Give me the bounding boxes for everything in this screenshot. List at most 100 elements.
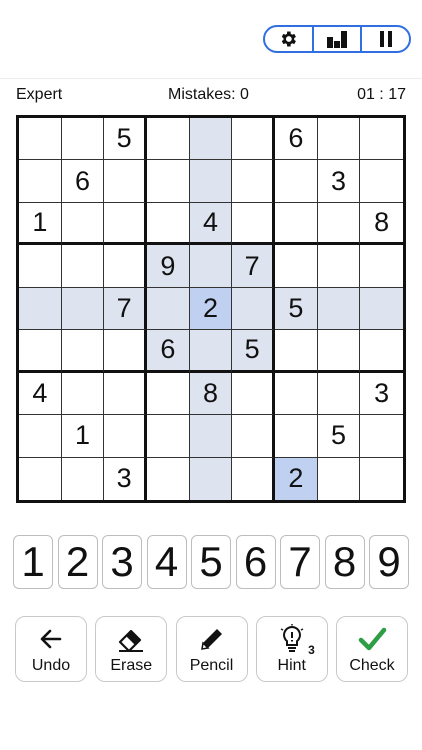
board-cell-r9-c8[interactable]: [317, 457, 361, 500]
number-button-6[interactable]: 6: [235, 535, 276, 589]
board-cell-r9-c4[interactable]: [147, 457, 190, 500]
board-cell-r3-c1[interactable]: 1: [19, 202, 62, 246]
board-cell-r9-c6[interactable]: [232, 457, 275, 500]
board-cell-r6-c5[interactable]: [189, 330, 233, 373]
board-cell-r8-c4[interactable]: [147, 415, 190, 458]
board-cell-r5-c8[interactable]: [317, 287, 361, 331]
board-cell-r5-c6[interactable]: [232, 287, 275, 331]
board-cell-r2-c7[interactable]: [275, 160, 318, 203]
board-cell-r7-c6[interactable]: [232, 372, 275, 416]
board-cell-r8-c6[interactable]: [232, 415, 275, 458]
erase-button[interactable]: Erase: [95, 616, 168, 682]
board-cell-r7-c9[interactable]: 3: [360, 372, 403, 416]
number-button-2[interactable]: 2: [57, 535, 98, 589]
board-cell-r3-c4[interactable]: [147, 202, 190, 246]
board-cell-r8-c5[interactable]: [189, 415, 233, 458]
settings-button[interactable]: [265, 27, 312, 51]
board-cell-r4-c1[interactable]: [19, 245, 62, 288]
board-cell-r4-c3[interactable]: [104, 245, 147, 288]
board-cell-r2-c5[interactable]: [189, 160, 233, 203]
board-cell-r8-c3[interactable]: [104, 415, 147, 458]
pencil-button[interactable]: Pencil: [175, 616, 248, 682]
board-cell-r1-c1[interactable]: [19, 118, 62, 161]
undo-button[interactable]: Undo: [15, 616, 87, 682]
board-cell-r4-c5[interactable]: [189, 245, 233, 288]
board-cell-r2-c3[interactable]: [104, 160, 147, 203]
board-cell-r5-c5[interactable]: 2: [189, 287, 233, 331]
board-cell-r6-c3[interactable]: [104, 330, 147, 373]
board-cell-r6-c9[interactable]: [360, 330, 403, 373]
board-cell-r8-c7[interactable]: [275, 415, 318, 458]
board-cell-r4-c7[interactable]: [275, 245, 318, 288]
board-cell-r2-c4[interactable]: [147, 160, 190, 203]
board-cell-r3-c2[interactable]: [61, 202, 105, 246]
board-cell-r6-c4[interactable]: 6: [147, 330, 190, 373]
board-cell-r1-c4[interactable]: [147, 118, 190, 161]
board-cell-r6-c2[interactable]: [61, 330, 105, 373]
board-cell-r5-c4[interactable]: [147, 287, 190, 331]
board-cell-r9-c7[interactable]: 2: [275, 457, 318, 500]
board-cell-r6-c8[interactable]: [317, 330, 361, 373]
arrow-left-icon: [40, 629, 62, 649]
check-button[interactable]: Check: [336, 616, 408, 682]
board-cell-r6-c7[interactable]: [275, 330, 318, 373]
hint-button[interactable]: 3 Hint: [255, 616, 328, 682]
board-cell-r7-c1[interactable]: 4: [19, 372, 62, 416]
number-button-4[interactable]: 4: [146, 535, 187, 589]
board-cell-r4-c8[interactable]: [317, 245, 361, 288]
board-cell-r2-c6[interactable]: [232, 160, 275, 203]
board-cell-r8-c9[interactable]: [360, 415, 403, 458]
number-button-9[interactable]: 9: [369, 535, 409, 589]
board-cell-r3-c7[interactable]: [275, 202, 318, 246]
number-button-5[interactable]: 5: [191, 535, 231, 589]
board-cell-r7-c2[interactable]: [61, 372, 105, 416]
number-button-7[interactable]: 7: [280, 535, 320, 589]
board-cell-r3-c3[interactable]: [104, 202, 147, 246]
board-cell-r2-c8[interactable]: 3: [317, 160, 361, 203]
board-cell-r9-c9[interactable]: [360, 457, 403, 500]
board-cell-r1-c3[interactable]: 5: [104, 118, 147, 161]
board-cell-r5-c7[interactable]: 5: [275, 287, 318, 331]
board-cell-r8-c8[interactable]: 5: [317, 415, 361, 458]
board-cell-r9-c1[interactable]: [19, 457, 62, 500]
board-cell-r6-c6[interactable]: 5: [232, 330, 275, 373]
board-cell-r7-c5[interactable]: 8: [189, 372, 233, 416]
board-cell-r5-c1[interactable]: [19, 287, 62, 331]
number-button-8[interactable]: 8: [324, 535, 365, 589]
board-cell-r8-c1[interactable]: [19, 415, 62, 458]
board-cell-r9-c2[interactable]: [61, 457, 105, 500]
board-cell-r1-c5[interactable]: [189, 118, 233, 161]
board-cell-r7-c8[interactable]: [317, 372, 361, 416]
board-cell-r1-c2[interactable]: [61, 118, 105, 161]
board-cell-r2-c1[interactable]: [19, 160, 62, 203]
board-cell-r1-c7[interactable]: 6: [275, 118, 318, 161]
board-cell-r5-c2[interactable]: [61, 287, 105, 331]
board-cell-r3-c5[interactable]: 4: [189, 202, 233, 246]
board-cell-r4-c9[interactable]: [360, 245, 403, 288]
board-cell-r6-c1[interactable]: [19, 330, 62, 373]
board-cell-r7-c4[interactable]: [147, 372, 190, 416]
board-cell-r8-c2[interactable]: 1: [61, 415, 105, 458]
board-cell-r2-c9[interactable]: [360, 160, 403, 203]
board-cell-r1-c6[interactable]: [232, 118, 275, 161]
number-button-1[interactable]: 1: [13, 535, 53, 589]
board-cell-r4-c6[interactable]: 7: [232, 245, 275, 288]
board-cell-r1-c8[interactable]: [317, 118, 361, 161]
board-cell-r7-c7[interactable]: [275, 372, 318, 416]
board-cell-r5-c9[interactable]: [360, 287, 403, 331]
statistics-button[interactable]: [311, 27, 361, 51]
board-cell-r7-c3[interactable]: [104, 372, 147, 416]
board-cell-r3-c6[interactable]: [232, 202, 275, 246]
board-cell-r2-c2[interactable]: 6: [61, 160, 105, 203]
board-cell-r9-c5[interactable]: [189, 457, 233, 500]
timer: 01 : 17: [357, 86, 406, 103]
board-cell-r5-c3[interactable]: 7: [104, 287, 147, 331]
board-cell-r9-c3[interactable]: 3: [104, 457, 147, 500]
board-cell-r1-c9[interactable]: [360, 118, 403, 161]
board-cell-r3-c9[interactable]: 8: [360, 202, 403, 246]
board-cell-r4-c4[interactable]: 9: [147, 245, 190, 288]
board-cell-r3-c8[interactable]: [317, 202, 361, 246]
board-cell-r4-c2[interactable]: [61, 245, 105, 288]
pause-button[interactable]: [360, 27, 409, 51]
number-button-3[interactable]: 3: [102, 535, 142, 589]
